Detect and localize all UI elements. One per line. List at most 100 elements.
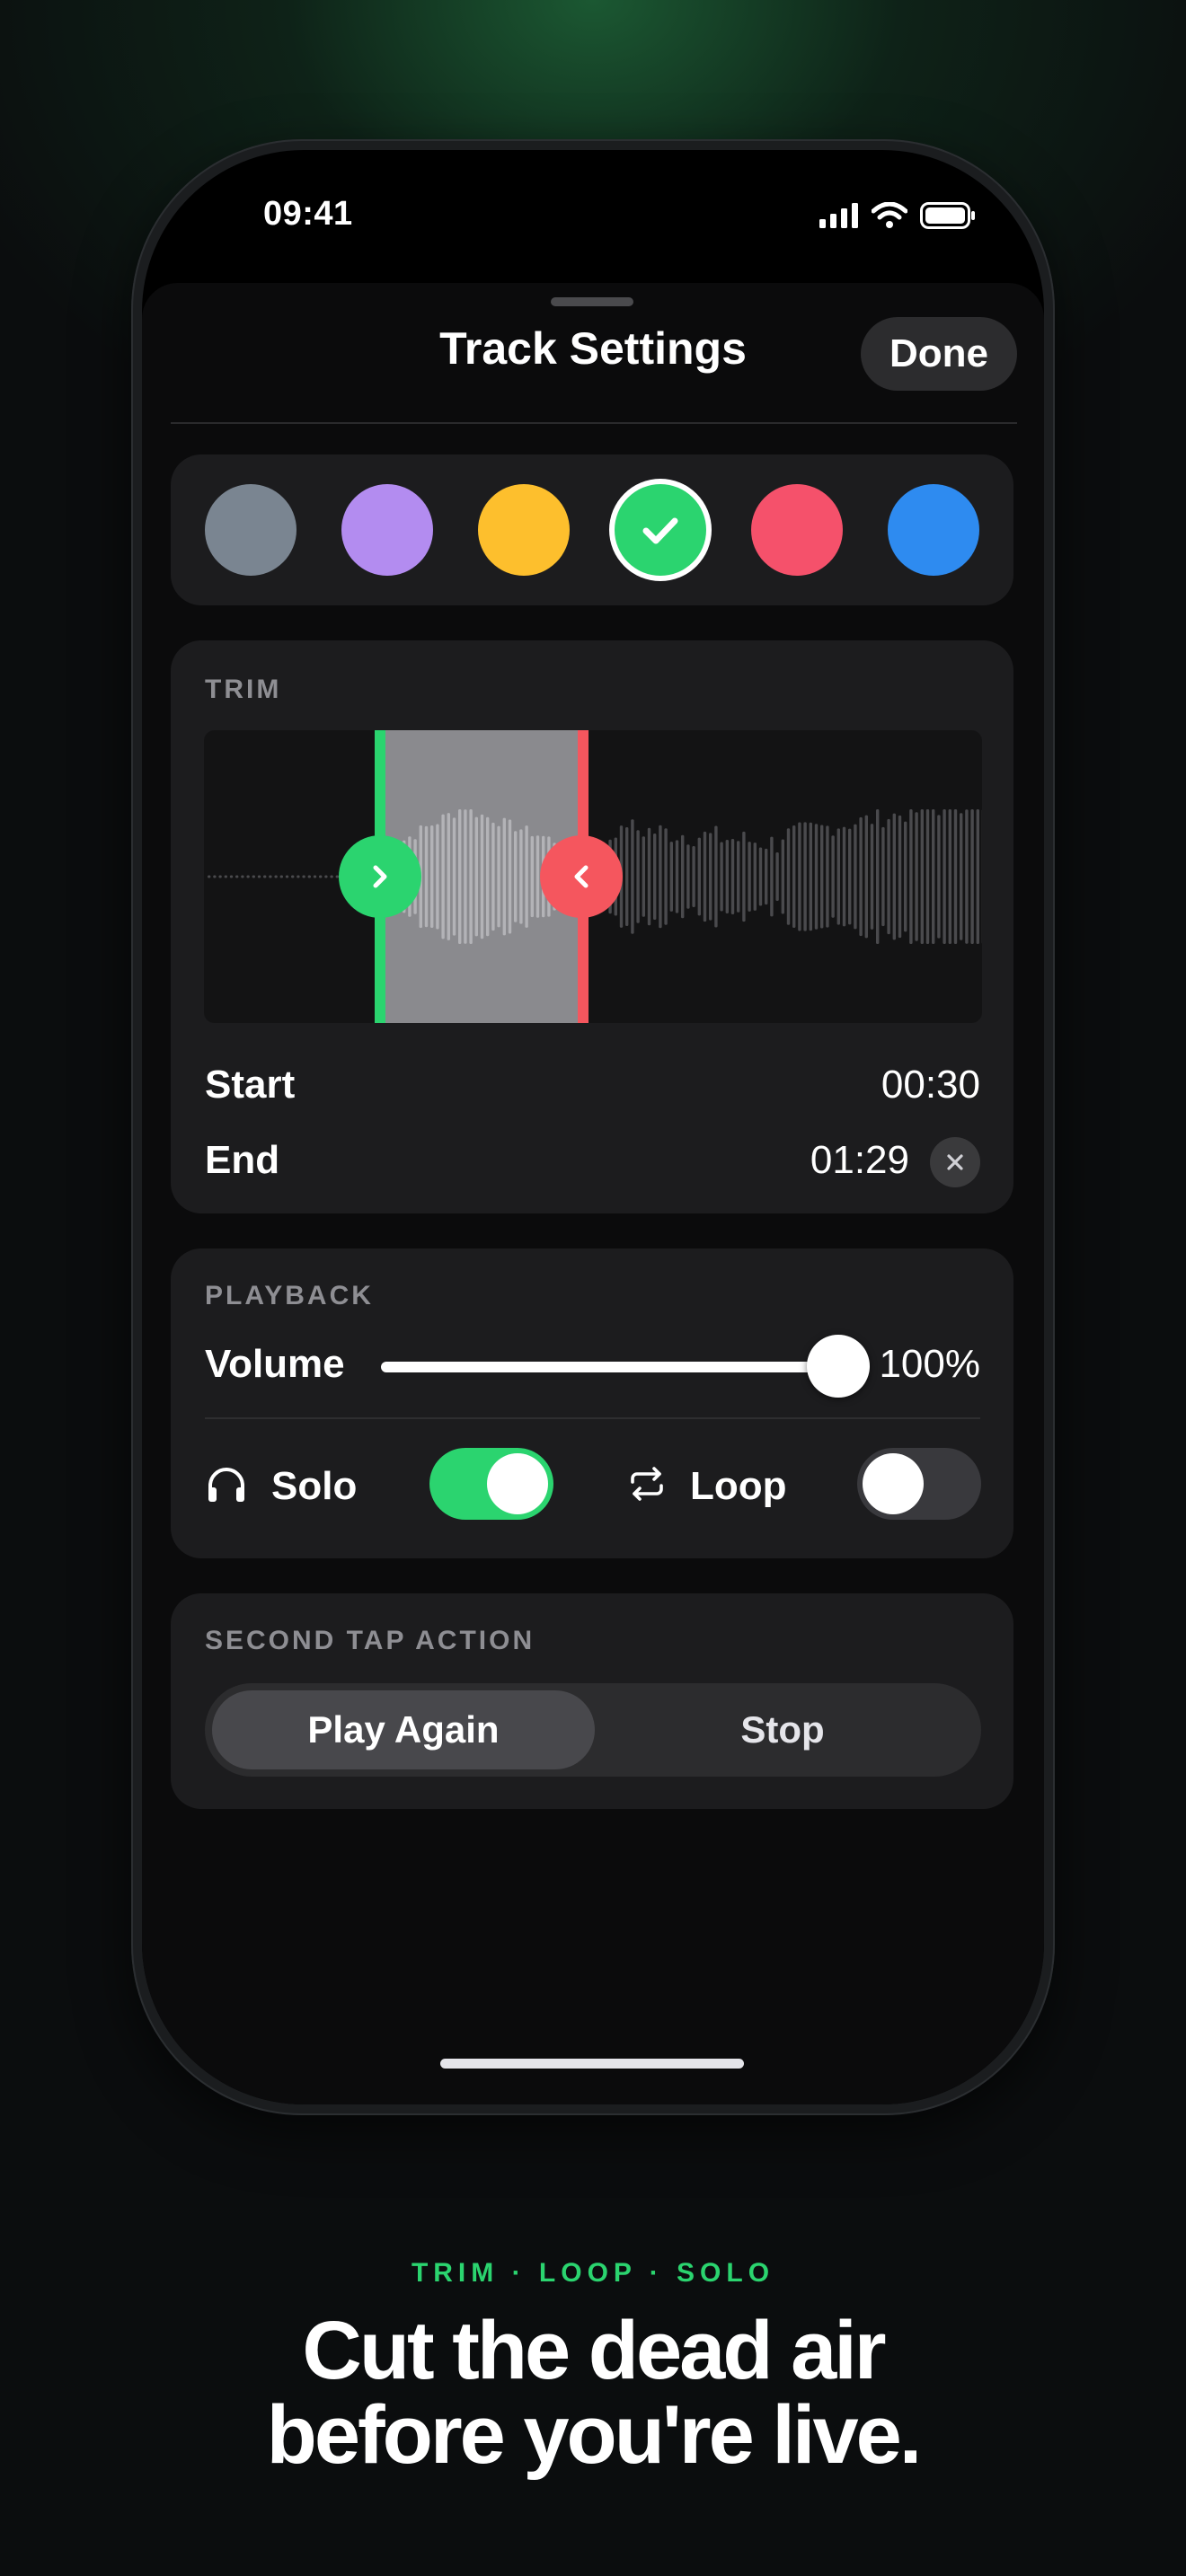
waveform-bar xyxy=(948,809,951,944)
color-swatch-slate[interactable] xyxy=(205,484,296,576)
wifi-icon xyxy=(872,202,907,228)
waveform-bar xyxy=(330,875,333,878)
waveform-bar xyxy=(714,825,718,928)
waveform-bar xyxy=(781,839,784,914)
waveform-bar xyxy=(953,809,958,944)
waveform-bar xyxy=(881,826,885,927)
waveform-bar xyxy=(535,835,540,918)
waveform-bar xyxy=(213,875,217,878)
second-tap-section-label: SECOND TAP ACTION xyxy=(205,1626,535,1655)
waveform-bar xyxy=(497,825,500,928)
waveform-bar xyxy=(770,836,774,917)
waveform-bar xyxy=(798,822,801,931)
waveform-bar xyxy=(458,809,462,944)
segment-play-again[interactable]: Play Again xyxy=(212,1690,595,1769)
waveform-trimmer[interactable] xyxy=(204,730,982,1023)
waveform-bar xyxy=(664,828,668,925)
waveform-bar xyxy=(319,875,323,878)
trim-card: TRIM Start 00:30 End 01:29 xyxy=(171,640,1013,1213)
waveform-bar xyxy=(775,852,779,901)
trim-end-value[interactable]: 01:29 xyxy=(810,1138,909,1183)
waveform-bar xyxy=(876,809,880,944)
solo-label: Solo xyxy=(271,1464,358,1508)
color-swatch-blue[interactable] xyxy=(888,484,979,576)
waveform-bar xyxy=(208,875,211,878)
waveform-bar xyxy=(943,809,946,944)
waveform-bar xyxy=(519,829,523,924)
waveform-bar xyxy=(224,875,227,878)
waveform-bar xyxy=(669,842,673,912)
waveform-bar xyxy=(257,875,261,878)
waveform-bar xyxy=(904,821,907,932)
waveform-bar xyxy=(631,819,634,934)
segment-stop[interactable]: Stop xyxy=(591,1690,974,1769)
waveform-bar xyxy=(737,841,740,913)
waveform-bar xyxy=(892,813,896,940)
repeat-icon xyxy=(631,1467,663,1501)
waveform-bar xyxy=(647,827,651,926)
trim-end-label: End xyxy=(205,1138,280,1182)
waveform-bar xyxy=(909,809,913,944)
playback-card: PLAYBACK Volume 100% Solo Loop xyxy=(171,1248,1013,1558)
status-icons xyxy=(819,202,976,229)
waveform-bar xyxy=(625,827,629,926)
waveform-bar xyxy=(792,825,796,928)
second-tap-action-card: SECOND TAP ACTION Play Again Stop xyxy=(171,1593,1013,1809)
done-button[interactable]: Done xyxy=(861,317,1017,391)
waveform-bar xyxy=(480,814,484,940)
marketing-headline: Cut the dead air before you're live. xyxy=(0,2308,1186,2477)
loop-toggle[interactable] xyxy=(857,1448,981,1520)
waveform-bar xyxy=(302,875,305,878)
waveform-bar xyxy=(296,875,300,878)
close-icon xyxy=(947,1154,963,1170)
trim-start-value[interactable]: 00:30 xyxy=(881,1063,980,1107)
waveform-bar xyxy=(854,824,857,930)
trim-start-handle[interactable] xyxy=(339,835,421,918)
waveform-bar xyxy=(274,875,278,878)
color-swatch-green[interactable] xyxy=(615,484,706,576)
color-swatch-yellow[interactable] xyxy=(478,484,570,576)
waveform-bar xyxy=(508,819,512,934)
waveform-bar xyxy=(692,846,695,907)
volume-slider-thumb[interactable] xyxy=(807,1335,870,1398)
waveform-bar xyxy=(285,875,289,878)
waveform-bar xyxy=(653,833,657,921)
waveform-bar xyxy=(965,809,969,944)
waveform-bar xyxy=(307,875,311,878)
solo-toggle[interactable] xyxy=(429,1448,553,1520)
waveform-bar xyxy=(313,875,317,878)
waveform-bar xyxy=(525,825,528,928)
waveform-bar xyxy=(241,875,244,878)
feature-eyebrow: TRIM · LOOP · SOLO xyxy=(411,2258,775,2288)
waveform-bar xyxy=(279,875,283,878)
waveform-bar xyxy=(887,818,890,935)
cellular-signal-icon xyxy=(819,203,858,228)
waveform-bar xyxy=(269,875,272,878)
playback-divider xyxy=(205,1417,980,1419)
waveform-bar xyxy=(803,822,807,931)
trim-end-handle[interactable] xyxy=(540,835,623,918)
header-divider xyxy=(171,422,1017,424)
waveform-bar xyxy=(937,815,941,939)
waveform-bar xyxy=(742,831,746,922)
waveform-bar xyxy=(932,809,935,944)
headphones-icon xyxy=(208,1468,244,1502)
track-settings-sheet: Track Settings Done TRIM Start 00:30 End… xyxy=(142,283,1044,2104)
waveform-bar xyxy=(681,834,685,919)
sheet-grabber[interactable] xyxy=(551,297,633,306)
waveform-bar xyxy=(491,822,495,931)
clear-end-button[interactable] xyxy=(930,1137,980,1187)
waveform-bar xyxy=(836,828,840,925)
status-time: 09:41 xyxy=(263,195,353,233)
chevron-left-icon xyxy=(574,865,589,888)
waveform-bar xyxy=(464,809,467,944)
volume-slider-track[interactable] xyxy=(381,1362,843,1372)
headline-line-2: before you're live. xyxy=(266,2389,923,2481)
waveform-bar xyxy=(848,828,852,925)
phone-screen: 09:41 Track Settings Done TRIM Start 00:… xyxy=(142,150,1044,2104)
waveform-bar xyxy=(452,817,456,936)
color-swatch-red[interactable] xyxy=(751,484,843,576)
waveform-bar xyxy=(675,840,679,913)
color-swatch-purple[interactable] xyxy=(341,484,433,576)
solo-toggle-knob xyxy=(487,1453,548,1514)
